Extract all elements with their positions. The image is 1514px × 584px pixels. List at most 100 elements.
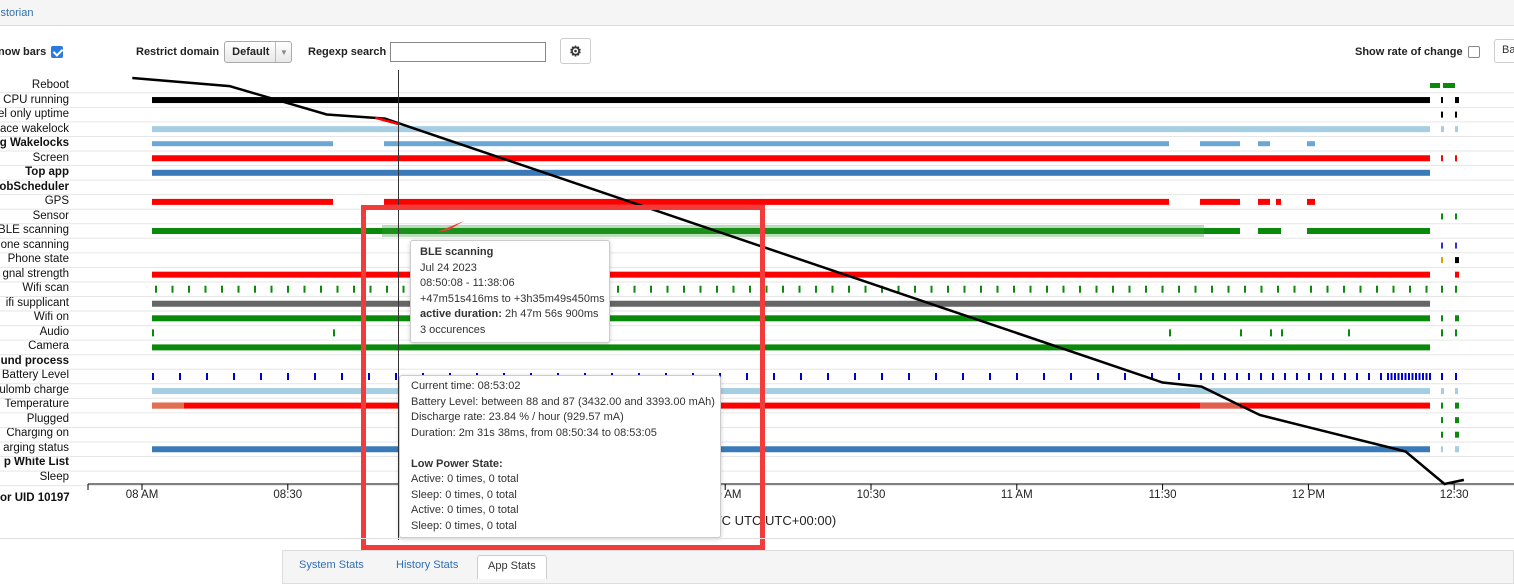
timeline-bar bbox=[152, 315, 1430, 322]
timeline-tick bbox=[1455, 111, 1457, 118]
timeline-bar bbox=[1276, 198, 1281, 205]
timeline-tick bbox=[1013, 285, 1015, 293]
timeline-tick bbox=[1320, 373, 1322, 380]
timeline-bar bbox=[152, 344, 1430, 351]
timeline-tick bbox=[1178, 285, 1180, 293]
timeline-tick bbox=[1441, 373, 1443, 380]
stats-tabs: System Stats History Stats App Stats bbox=[282, 550, 1514, 584]
timeline-tick bbox=[1455, 402, 1459, 409]
timeline-tick bbox=[1441, 402, 1443, 409]
timeline-tick bbox=[1455, 155, 1457, 162]
timeline-tick bbox=[989, 373, 991, 380]
x-tick-label: 11:30 bbox=[1148, 489, 1177, 501]
timeline-tick bbox=[1394, 373, 1396, 380]
timeline-tick bbox=[1097, 373, 1099, 380]
timeline-tick bbox=[914, 285, 916, 293]
timeline-tick bbox=[179, 373, 181, 380]
timeline-tick bbox=[1455, 431, 1459, 438]
x-tick-label: 11 AM bbox=[1000, 489, 1033, 501]
timeline-bar bbox=[1443, 83, 1455, 88]
timeline-tick bbox=[1455, 126, 1458, 133]
timeline-tick bbox=[341, 373, 343, 380]
timeline-tick bbox=[1441, 431, 1443, 438]
timeline-tick bbox=[831, 285, 834, 293]
timeline-tick bbox=[1236, 373, 1238, 380]
timeline-bar bbox=[152, 155, 1430, 162]
timeline-tick bbox=[1455, 285, 1457, 293]
timeline-tick bbox=[1284, 373, 1286, 380]
timeline-tick bbox=[1212, 373, 1214, 380]
timeline-tick bbox=[1408, 373, 1410, 380]
timeline-bar bbox=[1307, 141, 1315, 147]
timeline-tick bbox=[815, 285, 817, 293]
timeline-tick bbox=[1455, 257, 1459, 264]
timeline-tick bbox=[1415, 373, 1417, 380]
timeline-tick bbox=[1441, 315, 1443, 322]
timeline-bar bbox=[1258, 228, 1281, 234]
timeline-tick bbox=[798, 285, 801, 293]
timeline-tick bbox=[1161, 285, 1164, 293]
timeline-tick bbox=[333, 329, 335, 337]
timeline-tick bbox=[1308, 373, 1310, 380]
timeline-tick bbox=[1043, 373, 1045, 380]
timeline-tick bbox=[1376, 285, 1378, 293]
timeline-tick bbox=[1062, 285, 1065, 293]
timeline-tick bbox=[1016, 373, 1018, 380]
timeline-tick bbox=[848, 285, 850, 293]
timeline-tick bbox=[854, 373, 856, 380]
timeline-bar bbox=[1258, 198, 1270, 205]
timeline-tick bbox=[171, 285, 174, 293]
x-tick-label: 08 AM bbox=[125, 489, 159, 501]
tab-app-stats[interactable]: App Stats bbox=[477, 555, 547, 579]
timeline-bar bbox=[152, 141, 333, 147]
divider bbox=[0, 538, 1514, 539]
timeline-tick bbox=[1441, 417, 1443, 424]
timeline-tick bbox=[152, 329, 154, 337]
timeline-tick bbox=[1270, 329, 1272, 337]
timeline-tick bbox=[1244, 285, 1246, 293]
highlight-box bbox=[361, 205, 765, 550]
timeline-tick bbox=[1310, 285, 1312, 293]
timeline-tick bbox=[1441, 446, 1443, 453]
timeline-tick bbox=[1455, 242, 1457, 249]
timeline-tick bbox=[827, 373, 829, 380]
timeline-tick bbox=[1455, 417, 1459, 424]
timeline-tick bbox=[930, 285, 933, 293]
timeline-tick bbox=[1260, 285, 1263, 293]
timeline-tick bbox=[1387, 373, 1389, 380]
timeline-tick bbox=[1441, 155, 1443, 162]
timeline-bar bbox=[152, 271, 1430, 278]
timeline-tick bbox=[1390, 373, 1393, 380]
timeline-bar bbox=[1307, 198, 1315, 205]
timeline-tick bbox=[1348, 329, 1350, 337]
timeline-tick bbox=[1429, 373, 1431, 380]
timeline-tick bbox=[237, 285, 240, 293]
x-tick-label: 08:30 bbox=[273, 489, 303, 501]
timeline-tick bbox=[782, 285, 784, 293]
tab-system-stats[interactable]: System Stats bbox=[289, 555, 374, 579]
timeline-bar bbox=[152, 198, 333, 205]
tab-history-stats[interactable]: History Stats bbox=[386, 555, 468, 579]
timeline-tick bbox=[1169, 329, 1171, 337]
timeline-bar bbox=[384, 198, 1169, 205]
timeline-tick bbox=[1455, 373, 1457, 380]
timeline-tick bbox=[204, 285, 207, 293]
x-tick-label: 12 PM bbox=[1291, 489, 1326, 501]
timeline-tick bbox=[1240, 329, 1242, 337]
timeline-tick bbox=[1356, 373, 1358, 380]
timeline-tick bbox=[1441, 329, 1443, 337]
timeline-tick bbox=[935, 373, 937, 380]
timeline-tick bbox=[1441, 257, 1443, 264]
timeline-bar bbox=[1430, 83, 1440, 88]
timeline-bar bbox=[384, 141, 1169, 147]
timeline-tick bbox=[1441, 213, 1443, 220]
timeline-tick bbox=[1455, 271, 1459, 278]
timeline-tick bbox=[908, 373, 910, 380]
timeline-tick bbox=[1332, 373, 1334, 380]
timeline-tick bbox=[1070, 373, 1072, 380]
timeline-tick bbox=[1455, 315, 1459, 322]
timeline-tick bbox=[1260, 373, 1262, 380]
timeline-tick bbox=[1425, 285, 1428, 293]
timeline-tick bbox=[1441, 111, 1443, 118]
timeline-tick bbox=[1455, 329, 1457, 337]
